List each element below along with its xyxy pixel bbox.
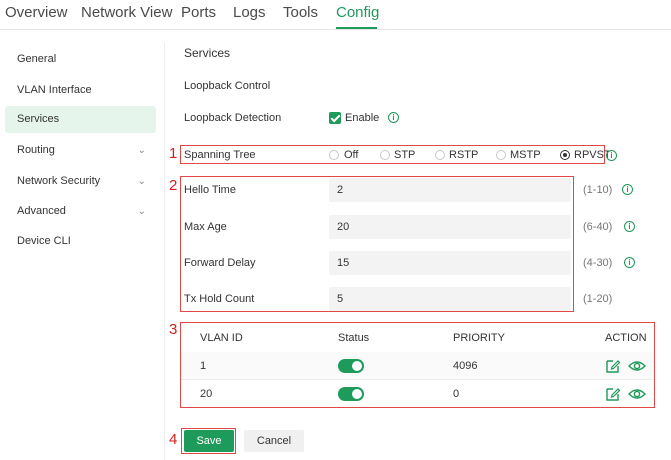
hello-time-range: (1-10) (583, 184, 613, 196)
tx-hold-count-range: (1-20) (583, 293, 613, 305)
sidebar-item-vlan-interface[interactable]: VLAN Interface (5, 77, 156, 104)
tab-config[interactable]: Config (336, 4, 379, 21)
column-header-priority: PRIORITY (453, 332, 505, 344)
radio-rpvst[interactable] (560, 150, 570, 160)
priority-cell: 0 (453, 388, 460, 400)
sidebar-item-general[interactable]: General (5, 46, 156, 73)
save-button[interactable]: Save (184, 430, 234, 452)
enable-label: Enable (345, 112, 380, 124)
annotation-number-4: 4 (169, 431, 178, 448)
status-toggle[interactable] (338, 387, 364, 401)
radio-label-off: Off (344, 149, 359, 161)
radio-label-mstp: MSTP (510, 149, 541, 161)
max-age-label: Max Age (184, 221, 227, 233)
sidebar-item-label: Advanced (17, 205, 66, 217)
sidebar-item-label: General (17, 53, 57, 65)
max-age-input[interactable]: 20 (329, 215, 571, 239)
info-icon[interactable]: i (388, 112, 399, 123)
eye-icon[interactable] (628, 386, 646, 402)
tab-network-view[interactable]: Network View (81, 4, 172, 21)
sidebar-item-label: Services (17, 113, 60, 125)
page-title: Services (184, 46, 231, 60)
radio-rstp[interactable] (435, 150, 445, 160)
vlan-id-cell: 1 (200, 360, 207, 372)
sidebar-item-network-security[interactable]: Network Security ⌄ (5, 168, 156, 195)
annotation-number-2: 2 (169, 177, 178, 194)
max-age-range: (6-40) (583, 221, 613, 233)
forward-delay-range: (4-30) (583, 257, 613, 269)
sidebar-item-advanced[interactable]: Advanced ⌄ (5, 198, 156, 225)
column-header-action: ACTION (605, 332, 647, 344)
sidebar-item-device-cli[interactable]: Device CLI (5, 228, 156, 255)
tab-tools[interactable]: Tools (283, 4, 318, 21)
sidebar-divider (164, 42, 165, 460)
hello-time-input[interactable]: 2 (329, 178, 571, 202)
priority-cell: 4096 (453, 360, 478, 372)
info-icon[interactable]: i (624, 221, 635, 232)
column-header-vlan-id: VLAN ID (200, 332, 243, 344)
chevron-down-icon: ⌄ (137, 145, 146, 156)
cancel-button[interactable]: Cancel (244, 430, 304, 452)
radio-label-rstp: RSTP (449, 149, 479, 161)
radio-off[interactable] (329, 150, 339, 160)
eye-icon[interactable] (628, 358, 646, 374)
chevron-down-icon: ⌄ (137, 176, 146, 187)
sidebar-item-routing[interactable]: Routing ⌄ (5, 137, 156, 164)
sidebar-item-label: Routing (17, 144, 55, 156)
info-icon[interactable]: i (624, 257, 635, 268)
radio-label-stp: STP (394, 149, 416, 161)
tab-logs[interactable]: Logs (233, 4, 266, 21)
tab-overview[interactable]: Overview (5, 4, 68, 21)
sidebar-item-label: VLAN Interface (17, 84, 92, 96)
top-navigation: Overview Network View Ports Logs Tools C… (0, 0, 671, 30)
status-toggle[interactable] (338, 359, 364, 373)
sidebar-item-label: Network Security (17, 175, 101, 187)
info-icon[interactable]: i (622, 184, 633, 195)
column-header-status: Status (338, 332, 370, 344)
table-row: 1 4096 (181, 352, 654, 380)
chevron-down-icon: ⌄ (137, 206, 146, 217)
radio-stp[interactable] (380, 150, 390, 160)
tab-ports[interactable]: Ports (181, 4, 216, 21)
table-row: 20 0 (181, 380, 654, 408)
tx-hold-count-input[interactable]: 5 (329, 287, 571, 311)
radio-mstp[interactable] (496, 150, 506, 160)
section-title: Loopback Control (184, 80, 271, 92)
forward-delay-label: Forward Delay (184, 257, 256, 269)
annotation-number-1: 1 (169, 145, 178, 162)
loopback-detection-label: Loopback Detection (184, 112, 282, 124)
vlan-id-cell: 20 (200, 388, 213, 400)
annotation-number-3: 3 (169, 321, 178, 338)
sidebar-item-services[interactable]: Services (5, 106, 156, 133)
sidebar-item-label: Device CLI (17, 235, 71, 247)
edit-icon[interactable] (605, 386, 621, 402)
tx-hold-count-label: Tx Hold Count (184, 293, 255, 305)
edit-icon[interactable] (605, 358, 621, 374)
hello-time-label: Hello Time (184, 184, 236, 196)
forward-delay-input[interactable]: 15 (329, 251, 571, 275)
sidebar: General VLAN Interface Services Routing ⌄… (0, 30, 160, 460)
spanning-tree-label: Spanning Tree (184, 149, 256, 161)
loopback-enable-checkbox[interactable] (329, 112, 341, 124)
active-tab-indicator (336, 27, 377, 29)
info-icon[interactable]: i (606, 150, 617, 161)
